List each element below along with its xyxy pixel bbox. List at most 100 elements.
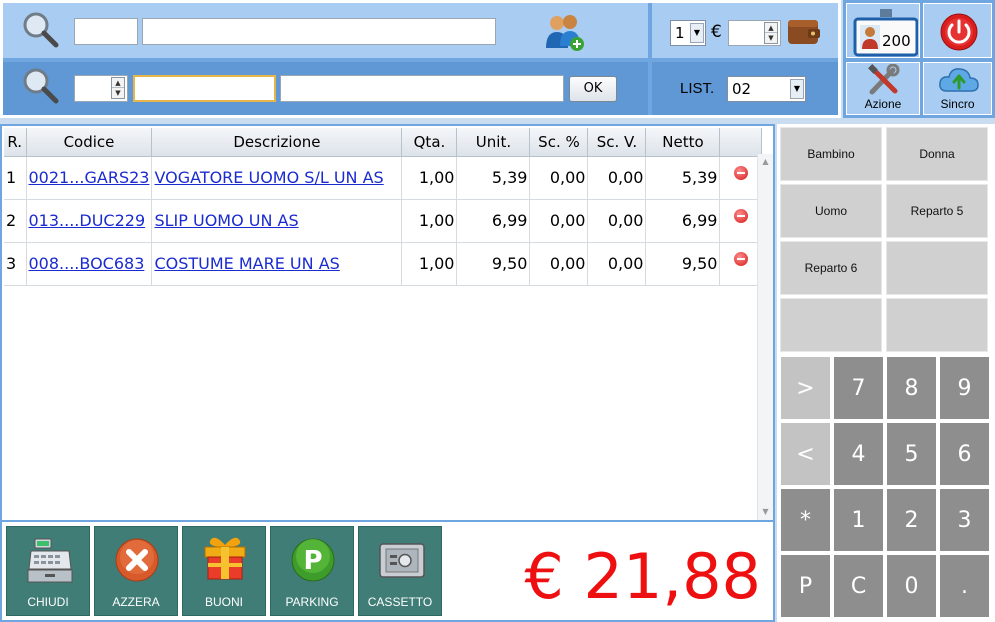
delete-row-icon[interactable] [733,166,748,180]
col-header-sc-pct[interactable]: Sc. % [529,128,589,157]
list-label: LIST. [680,80,715,97]
price-list-select[interactable]: 02 ▼ [727,76,806,102]
cell-sc-v[interactable]: 0,00 [587,156,647,200]
sincro-button[interactable]: Sincro [923,62,992,115]
cell-codice-link[interactable]: 008....BOC683 [26,242,153,286]
cell-r: 3 [4,242,27,286]
key-2[interactable]: 2 [887,489,936,551]
ok-button[interactable]: OK [569,76,617,102]
cell-qta[interactable]: 1,00 [401,156,458,200]
cell-netto: 5,39 [645,156,721,200]
category-reparto5-button[interactable]: Reparto 5 [886,184,988,238]
category-empty-button[interactable] [780,298,882,352]
operator-button[interactable]: 200 [846,3,920,58]
cell-unit[interactable]: 9,50 [456,242,531,286]
cell-unit[interactable]: 6,99 [456,199,531,243]
key-5[interactable]: 5 [887,423,936,485]
delete-row-icon[interactable] [733,252,748,266]
tools-icon [868,64,900,95]
category-donna-button[interactable]: Donna [886,127,988,181]
article-description-input[interactable] [280,75,564,102]
parking-icon: P [291,538,335,582]
total-amount: € 21,88 [524,540,761,613]
cell-netto: 9,50 [645,242,721,286]
table-row[interactable]: 2 013....DUC229 SLIP UOMO UN AS 1,00 6,9… [4,199,763,243]
svg-text:P: P [303,546,322,576]
safe-icon [379,543,425,578]
customer-code-input[interactable] [74,18,138,45]
cell-descrizione-link[interactable]: COSTUME MARE UN AS [151,242,403,286]
scroll-down-icon[interactable]: ▼ [758,504,773,520]
category-reparto6-button[interactable]: Reparto 6 [780,241,882,295]
cell-sc-pct[interactable]: 0,00 [529,199,589,243]
cell-codice-link[interactable]: 013....DUC229 [26,199,153,243]
col-header-qta[interactable]: Qta. [401,128,458,157]
customer-name-input[interactable] [142,18,496,45]
key-decimal[interactable]: . [940,555,989,617]
category-empty-button[interactable] [886,241,988,295]
key-less-than[interactable]: < [781,423,830,485]
chiudi-button[interactable]: CHIUDI [6,526,90,616]
parking-button[interactable]: P PARKING [270,526,354,616]
key-3[interactable]: 3 [940,489,989,551]
key-0[interactable]: 0 [887,555,936,617]
buoni-button[interactable]: BUONI [182,526,266,616]
bottom-action-bar: CHIUDI AZZERA BUONI P PARKING CASSETTO €… [0,522,775,622]
col-header-unit[interactable]: Unit. [456,128,531,157]
cassetto-label: CASSETTO [367,595,433,609]
key-p[interactable]: P [781,555,830,617]
azione-label: Azione [864,97,902,111]
col-header-codice[interactable]: Codice [26,128,153,157]
scroll-up-icon[interactable]: ▲ [758,154,773,170]
cell-descrizione-link[interactable]: SLIP UOMO UN AS [151,199,403,243]
col-header-descrizione[interactable]: Descrizione [151,128,403,157]
cash-register-icon [27,538,73,583]
add-customer-icon[interactable] [543,10,587,54]
delete-row-icon[interactable] [733,209,748,223]
azione-button[interactable]: Azione [846,62,920,115]
col-header-r[interactable]: R. [4,128,27,157]
key-6[interactable]: 6 [940,423,989,485]
key-c[interactable]: C [834,555,883,617]
cell-sc-pct[interactable]: 0,00 [529,156,589,200]
table-scrollbar[interactable]: ▲ ▼ [757,154,773,520]
power-icon [940,13,978,51]
cell-sc-v[interactable]: 0,00 [587,199,647,243]
category-empty-button[interactable] [886,298,988,352]
cell-descrizione-link[interactable]: VOGATORE UOMO S/L UN AS [151,156,403,200]
table-row[interactable]: 3 008....BOC683 COSTUME MARE UN AS 1,00 … [4,242,763,286]
article-code-input[interactable] [133,75,276,102]
payment-amount-stepper[interactable]: ▲ ▼ [764,22,778,44]
cell-delete [719,156,763,200]
key-4[interactable]: 4 [834,423,883,485]
key-1[interactable]: 1 [834,489,883,551]
price-list-value: 02 [732,80,752,98]
payment-count-select[interactable]: 1 ▼ [670,20,706,46]
category-uomo-button[interactable]: Uomo [780,184,882,238]
article-qty-stepper[interactable]: ▲ ▼ [111,77,125,99]
cell-unit[interactable]: 5,39 [456,156,531,200]
key-9[interactable]: 9 [940,357,989,419]
wallet-icon[interactable] [786,16,822,48]
category-bambino-button[interactable]: Bambino [780,127,882,181]
cell-codice-link[interactable]: 0021...GARS23 [26,156,153,200]
search-customer-icon[interactable] [20,10,62,52]
table-row[interactable]: 1 0021...GARS23 VOGATORE UOMO S/L UN AS … [4,156,763,200]
col-header-netto[interactable]: Netto [645,128,721,157]
cell-r: 1 [4,156,27,200]
key-8[interactable]: 8 [887,357,936,419]
key-7[interactable]: 7 [834,357,883,419]
cell-qta[interactable]: 1,00 [401,242,458,286]
power-button[interactable] [923,3,992,58]
key-multiply[interactable]: * [781,489,830,551]
cassetto-button[interactable]: CASSETTO [358,526,442,616]
key-greater-than[interactable]: > [781,357,830,419]
cell-sc-v[interactable]: 0,00 [587,242,647,286]
cell-sc-pct[interactable]: 0,00 [529,242,589,286]
gift-icon [204,537,246,580]
search-article-icon[interactable] [20,66,62,108]
cell-qta[interactable]: 1,00 [401,199,458,243]
azzera-button[interactable]: AZZERA [94,526,178,616]
col-header-sc-v[interactable]: Sc. V. [587,128,647,157]
azzera-label: AZZERA [112,595,160,609]
